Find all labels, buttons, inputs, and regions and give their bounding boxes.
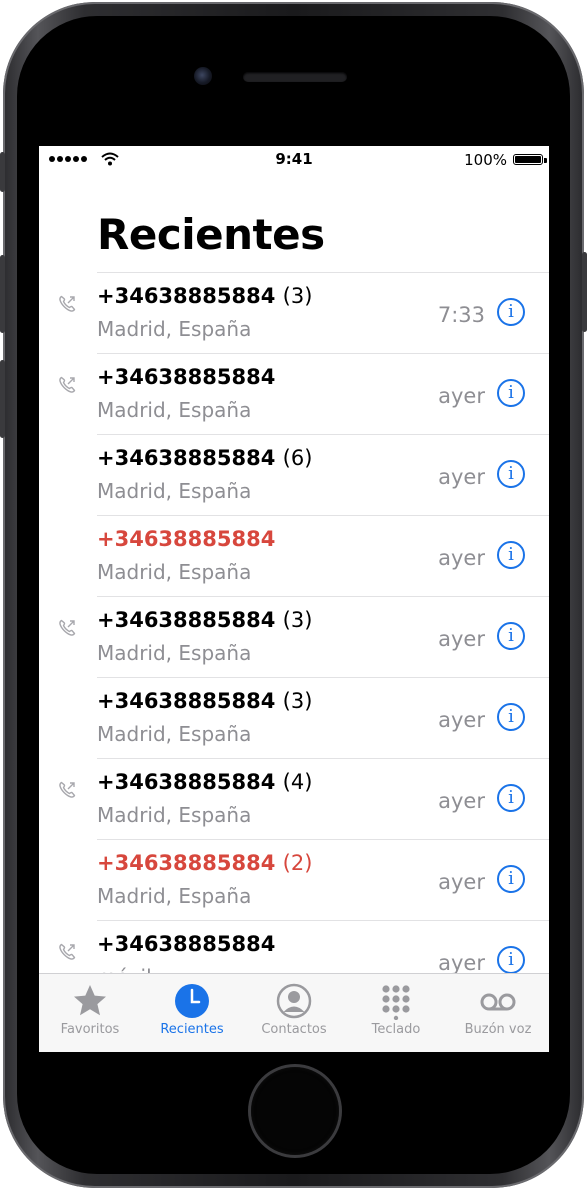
call-count: (3) <box>282 608 313 632</box>
caller-location: Madrid, España <box>97 398 252 422</box>
tab-buzón-voz[interactable]: Buzón voz <box>447 974 549 1052</box>
front-camera <box>194 67 212 85</box>
volume-up-button <box>0 255 5 333</box>
call-count: (2) <box>282 851 313 875</box>
caller-number: +34638885884 <box>97 365 275 389</box>
call-row[interactable]: +34638885884 (2) Madrid, España ayer i <box>97 839 549 920</box>
caller-number-text: +34638885884 <box>97 932 276 956</box>
caller-number-text: +34638885884 <box>97 446 276 470</box>
caller-number: +34638885884 (6) <box>97 446 312 470</box>
caller-number-text: +34638885884 <box>97 608 276 632</box>
info-button[interactable]: i <box>497 784 525 812</box>
info-button[interactable]: i <box>497 622 525 650</box>
call-time: ayer <box>438 384 485 408</box>
call-time: ayer <box>438 708 485 732</box>
info-button[interactable]: i <box>497 946 525 974</box>
recents-list: +34638885884 (3) Madrid, España 7:33 i +… <box>39 272 549 1001</box>
keypad-icon <box>377 982 415 1021</box>
tab-label: Contactos <box>261 1022 327 1037</box>
page-title: Recientes <box>97 210 325 259</box>
tab-bar: Favoritos Recientes Contactos Teclado Buzón … <box>39 973 549 1052</box>
power-button <box>582 252 587 332</box>
call-count: (3) <box>282 689 313 713</box>
caller-number: +34638885884 <box>97 932 275 956</box>
clock-icon <box>173 982 211 1020</box>
caller-number: +34638885884 <box>97 527 275 551</box>
status-bar: 9:41 100% <box>39 146 549 174</box>
star-icon <box>71 982 109 1020</box>
caller-location: Madrid, España <box>97 560 252 584</box>
call-time: 7:33 <box>437 303 485 327</box>
caller-location: Madrid, España <box>97 317 252 341</box>
tab-label: Recientes <box>160 1022 224 1037</box>
call-row[interactable]: +34638885884 (3) Madrid, España 7:33 i <box>59 272 549 353</box>
battery-cap <box>544 158 547 163</box>
info-button[interactable]: i <box>497 541 525 569</box>
caller-number: +34638885884 (3) <box>97 689 312 713</box>
call-count: (3) <box>282 284 313 308</box>
outgoing-call-icon <box>59 295 76 312</box>
call-time: ayer <box>438 951 485 975</box>
info-button[interactable]: i <box>497 460 525 488</box>
call-time: ayer <box>438 870 485 894</box>
caller-location: Madrid, España <box>97 722 252 746</box>
call-row[interactable]: +34638885884 (6) Madrid, España ayer i <box>97 434 549 515</box>
call-time: ayer <box>438 465 485 489</box>
call-row[interactable]: +34638885884 (3) Madrid, España ayer i <box>97 677 549 758</box>
caller-number-text: +34638885884 <box>97 689 276 713</box>
call-time: ayer <box>438 789 485 813</box>
info-button[interactable]: i <box>497 703 525 731</box>
caller-number: +34638885884 (2) <box>97 851 312 875</box>
person-circle-icon <box>275 982 313 1020</box>
caller-number: +34638885884 (3) <box>97 608 312 632</box>
caller-location: Madrid, España <box>97 884 252 908</box>
call-time: ayer <box>438 627 485 651</box>
caller-number: +34638885884 (4) <box>97 770 312 794</box>
screen: 9:41 100% Recientes +34638885884 (3) Mad… <box>39 146 549 1052</box>
battery-percentage: 100% <box>464 151 507 169</box>
voicemail-icon <box>479 982 517 1020</box>
outgoing-call-icon <box>59 619 76 636</box>
outgoing-call-icon <box>59 943 76 960</box>
earpiece-speaker <box>243 72 347 82</box>
call-count: (6) <box>282 446 313 470</box>
caller-location: Madrid, España <box>97 641 252 665</box>
tab-label: Teclado <box>371 1022 421 1037</box>
caller-location: Madrid, España <box>97 479 252 503</box>
tab-label: Buzón voz <box>464 1022 532 1037</box>
call-count: (4) <box>282 770 313 794</box>
info-button[interactable]: i <box>497 865 525 893</box>
tab-recientes[interactable]: Recientes <box>141 974 243 1052</box>
outgoing-call-icon <box>59 781 76 798</box>
caller-number-text: +34638885884 <box>97 365 276 389</box>
caller-location: Madrid, España <box>97 803 252 827</box>
silent-switch <box>0 152 5 192</box>
caller-number-text: +34638885884 <box>97 284 276 308</box>
home-button[interactable] <box>251 1067 339 1155</box>
info-button[interactable]: i <box>497 379 525 407</box>
call-row[interactable]: +34638885884 Madrid, España ayer i <box>59 353 549 434</box>
caller-number-text: +34638885884 <box>97 851 276 875</box>
call-row[interactable]: +34638885884 Madrid, España ayer i <box>97 515 549 596</box>
call-time: ayer <box>438 546 485 570</box>
call-row[interactable]: +34638885884 (3) Madrid, España ayer i <box>59 596 549 677</box>
battery-icon <box>513 154 543 165</box>
call-row[interactable]: +34638885884 (4) Madrid, España ayer i <box>59 758 549 839</box>
caller-number-text: +34638885884 <box>97 527 276 551</box>
outgoing-call-icon <box>59 376 76 393</box>
volume-down-button <box>0 360 5 438</box>
tab-favoritos[interactable]: Favoritos <box>39 974 141 1052</box>
tab-label: Favoritos <box>60 1022 120 1037</box>
caller-number: +34638885884 (3) <box>97 284 312 308</box>
caller-number-text: +34638885884 <box>97 770 276 794</box>
tab-contactos[interactable]: Contactos <box>243 974 345 1052</box>
tab-teclado[interactable]: Teclado <box>345 974 447 1052</box>
info-button[interactable]: i <box>497 298 525 326</box>
